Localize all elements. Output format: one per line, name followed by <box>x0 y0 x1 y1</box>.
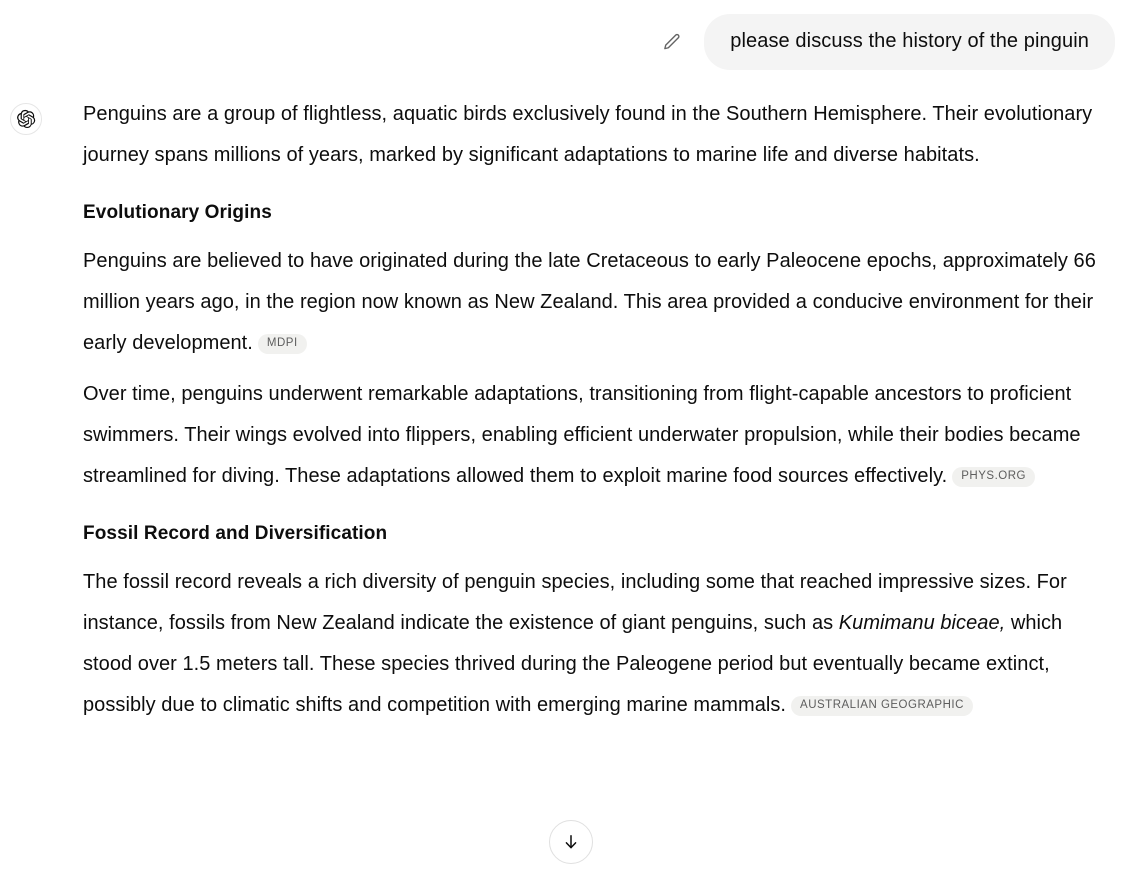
paragraph-fossil-record: The fossil record reveals a rich diversi… <box>83 562 1113 726</box>
citation-badge-australian-geographic[interactable]: AUSTRALIAN GEOGRAPHIC <box>791 696 973 716</box>
pencil-icon[interactable] <box>656 27 686 57</box>
assistant-message-turn: Penguins are a group of flightless, aqua… <box>0 70 1133 736</box>
user-message-bubble: please discuss the history of the pingui… <box>704 14 1115 70</box>
heading-evolutionary-origins: Evolutionary Origins <box>83 202 272 223</box>
openai-logo-icon <box>10 103 42 135</box>
arrow-down-icon <box>561 832 581 852</box>
user-message-turn: please discuss the history of the pingui… <box>0 0 1133 70</box>
conversation-thread: please discuss the history of the pingui… <box>0 0 1133 882</box>
paragraph-adaptations-text: Over time, penguins underwent remarkable… <box>83 383 1081 487</box>
citation-badge-physorg[interactable]: PHYS.ORG <box>952 467 1035 487</box>
paragraph-origins: Penguins are believed to have originated… <box>83 241 1113 364</box>
species-name-kumimanu: Kumimanu biceae, <box>838 612 1006 634</box>
citation-badge-mdpi[interactable]: MDPI <box>257 334 307 354</box>
paragraph-origins-text: Penguins are believed to have originated… <box>83 250 1096 354</box>
paragraph-intro: Penguins are a group of flightless, aqua… <box>83 103 1093 166</box>
user-message-text: please discuss the history of the pingui… <box>730 30 1089 52</box>
scroll-to-bottom-button[interactable] <box>549 820 593 864</box>
heading-fossil-record: Fossil Record and Diversification <box>83 523 388 544</box>
assistant-message-content: Penguins are a group of flightless, aqua… <box>83 94 1113 736</box>
paragraph-adaptations: Over time, penguins underwent remarkable… <box>83 374 1113 497</box>
